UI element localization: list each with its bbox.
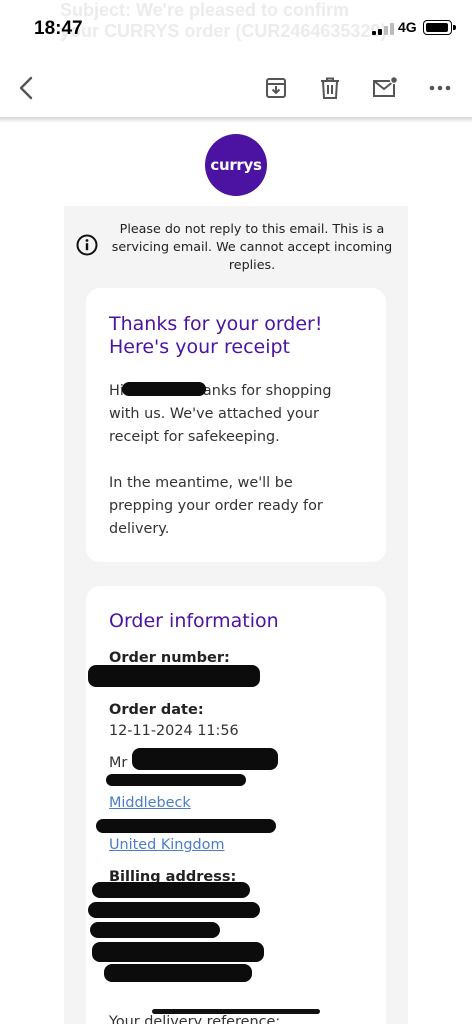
trash-icon[interactable] (316, 74, 344, 102)
order-info-card: Order information Order number: Order da… (86, 586, 386, 1024)
status-bar: Subject: We're pleased to confirm your C… (0, 0, 472, 60)
network-type: 4G (398, 19, 417, 35)
home-indicator[interactable] (152, 1009, 320, 1014)
receipt-heading-line2: Here's your receipt (109, 336, 290, 358)
archive-icon[interactable] (262, 74, 290, 102)
toolbar-shadow (0, 117, 472, 123)
ghost-subject-text: Subject: We're pleased to confirm your C… (60, 0, 387, 41)
receipt-heading-line1: Thanks for your order! (109, 313, 323, 335)
clock: 18:47 (34, 18, 83, 39)
back-icon[interactable] (12, 74, 40, 102)
order-info-heading: Order information (109, 610, 279, 632)
mail-unread-icon[interactable] (371, 74, 399, 102)
currys-logo[interactable]: currys (205, 134, 267, 196)
redaction (122, 382, 206, 396)
billing-redaction-1 (92, 882, 250, 898)
address-link-1[interactable]: Middlebeck (109, 795, 191, 811)
billing-redaction-3 (90, 922, 220, 938)
body-para2-line1: In the meantime, we'll be (109, 475, 293, 491)
body-line-2: with us. We've attached your (109, 406, 319, 422)
billing-redaction-4 (92, 942, 264, 962)
battery-icon (423, 20, 456, 35)
address-link-2[interactable]: United Kingdom (109, 837, 225, 853)
notice-text: Please do not reply to this email. This … (111, 221, 393, 272)
body-para2-line3: delivery. (109, 521, 170, 537)
order-number-redaction (88, 665, 260, 687)
order-date-label: Order date: (109, 702, 204, 718)
body-line-3: receipt for safekeeping. (109, 429, 280, 445)
signal-icon (372, 23, 396, 35)
address-redaction-1 (106, 774, 246, 786)
order-number-label: Order number: (109, 650, 230, 666)
greeting-end: Thanks for shopping (184, 383, 332, 399)
email-body: Please do not reply to this email. This … (64, 206, 408, 1024)
name-prefix: Mr (109, 755, 128, 771)
delivery-reference-label: Your delivery reference: (109, 1014, 281, 1024)
order-date-value: 12-11-2024 11:56 (109, 723, 239, 739)
no-reply-notice: Please do not reply to this email. This … (76, 220, 398, 276)
address-redaction-2 (96, 819, 276, 833)
mail-toolbar (0, 60, 472, 118)
logo-text: currys (210, 156, 262, 174)
name-redaction (132, 748, 278, 770)
body-para2-line2: prepping your order ready for (109, 498, 323, 514)
billing-redaction-2 (88, 902, 260, 918)
info-icon (76, 234, 98, 256)
receipt-card: Thanks for your order! Here's your recei… (86, 288, 386, 562)
more-icon[interactable] (426, 74, 454, 102)
billing-redaction-5 (104, 964, 252, 982)
